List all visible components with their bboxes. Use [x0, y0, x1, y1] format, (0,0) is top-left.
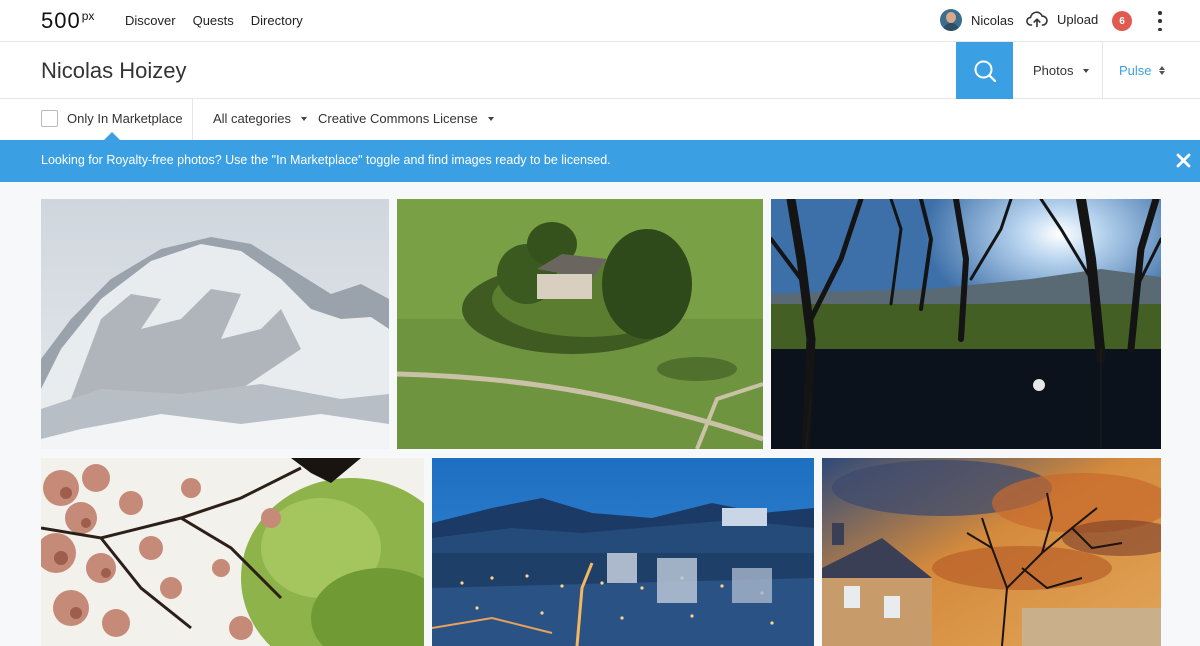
nav-links: Discover Quests Directory [125, 13, 303, 28]
cloud-upload-icon [1026, 11, 1048, 28]
photo-cherry-blossoms[interactable] [41, 458, 424, 646]
search-bar: Nicolas Hoizey Photos Pulse [0, 42, 1200, 99]
categories-label: All categories [213, 111, 292, 126]
sort-dropdown[interactable]: Pulse [1119, 42, 1165, 99]
photo-city-at-dusk[interactable] [432, 458, 814, 646]
nav-link-directory[interactable]: Directory [251, 13, 303, 28]
license-dropdown[interactable]: Creative Commons License [318, 111, 494, 126]
search-input[interactable]: Nicolas Hoizey [41, 58, 187, 84]
photo-house-in-field[interactable] [397, 199, 763, 449]
search-type-label: Photos [1033, 63, 1074, 78]
categories-dropdown[interactable]: All categories [213, 111, 308, 126]
more-menu-icon[interactable] [1157, 11, 1163, 31]
user-name: Nicolas [971, 12, 1014, 28]
sort-label: Pulse [1119, 63, 1152, 78]
marketplace-label: Only In Marketplace [67, 111, 183, 126]
upload-label: Upload [1057, 11, 1099, 27]
license-label: Creative Commons License [318, 111, 478, 126]
chevron-down-icon [487, 116, 494, 121]
close-icon[interactable] [1176, 153, 1191, 168]
notification-badge[interactable]: 6 [1112, 11, 1132, 31]
divider [192, 99, 193, 140]
marketplace-toggle[interactable]: Only In Marketplace [41, 110, 183, 127]
search-type-dropdown[interactable]: Photos [1013, 42, 1103, 99]
chevron-down-icon [1083, 68, 1090, 73]
nav-link-quests[interactable]: Quests [193, 13, 234, 28]
sort-arrows-icon [1158, 66, 1165, 75]
photo-trees-by-pond[interactable] [771, 199, 1161, 449]
chevron-down-icon [301, 116, 308, 121]
logo-text: 500 [41, 8, 81, 33]
marketplace-checkbox[interactable] [41, 110, 58, 127]
nav-link-discover[interactable]: Discover [125, 13, 176, 28]
filter-bar: Only In Marketplace All categories Creat… [0, 99, 1200, 140]
search-icon [974, 60, 996, 82]
avatar [940, 9, 962, 31]
photo-sunset-building[interactable] [822, 458, 1161, 646]
logo[interactable]: 500 px [41, 9, 94, 33]
banner-message: Looking for Royalty-free photos? Use the… [41, 153, 611, 167]
top-nav: 500 px Discover Quests Directory Nicolas… [0, 0, 1200, 42]
search-button[interactable] [956, 42, 1013, 99]
upload-button[interactable]: Upload [1026, 10, 1098, 28]
logo-superscript: px [81, 9, 95, 23]
banner-pointer [104, 132, 120, 140]
user-menu[interactable]: Nicolas [940, 9, 1014, 31]
photo-snowy-mountain[interactable] [41, 199, 389, 449]
info-banner: Looking for Royalty-free photos? Use the… [0, 140, 1200, 182]
